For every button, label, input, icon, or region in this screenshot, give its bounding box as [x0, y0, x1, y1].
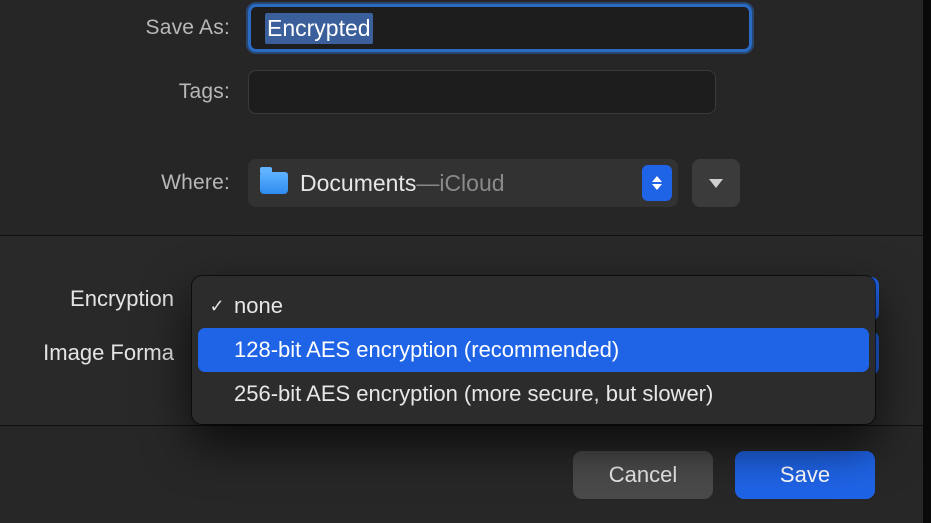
cancel-button[interactable]: Cancel: [573, 451, 713, 499]
folder-icon: [260, 172, 288, 194]
where-location: iCloud: [439, 170, 504, 197]
save-as-label: Save As:: [0, 16, 248, 40]
save-as-value: Encrypted: [265, 13, 373, 44]
tags-label: Tags:: [0, 80, 248, 104]
check-icon: ✓: [206, 296, 228, 317]
save-as-field[interactable]: Encrypted: [248, 4, 752, 52]
scrollbar-track[interactable]: [923, 0, 931, 523]
where-stepper-icon: [642, 165, 672, 201]
where-folder: Documents: [300, 170, 416, 197]
dialog-footer: Cancel Save: [0, 426, 923, 523]
image-format-label: Image Forma: [0, 340, 190, 366]
encryption-option-none[interactable]: ✓ none: [192, 284, 875, 328]
expand-button[interactable]: [692, 159, 740, 207]
where-separator: —: [416, 170, 439, 197]
save-button[interactable]: Save: [735, 451, 875, 499]
tags-row: Tags:: [0, 64, 923, 120]
save-as-row: Save As: Encrypted: [0, 0, 923, 56]
encryption-label: Encryption: [0, 286, 190, 312]
where-select[interactable]: Documents — iCloud: [248, 159, 678, 207]
chevron-down-icon: [709, 179, 723, 188]
tags-field[interactable]: [248, 70, 716, 114]
where-row: Where: Documents — iCloud: [0, 154, 923, 212]
save-dialog-body: Save As: Encrypted Tags: Where: Document…: [0, 0, 923, 523]
where-label: Where:: [0, 171, 248, 195]
encryption-option-256[interactable]: 256-bit AES encryption (more secure, but…: [192, 372, 875, 416]
encryption-dropdown-menu: ✓ none 128-bit AES encryption (recommend…: [192, 276, 875, 424]
encryption-option-128[interactable]: 128-bit AES encryption (recommended): [198, 328, 869, 372]
